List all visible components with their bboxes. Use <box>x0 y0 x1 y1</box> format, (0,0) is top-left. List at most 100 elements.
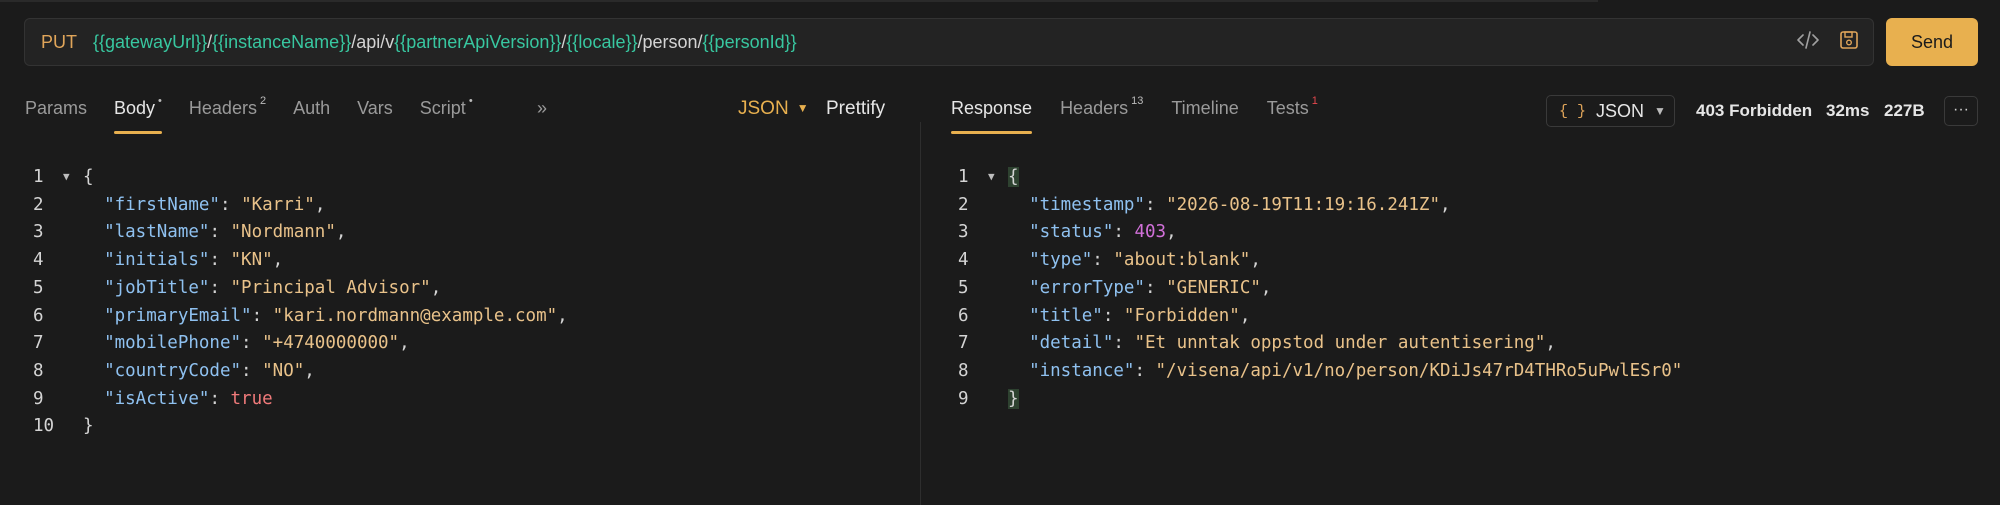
code-token: : <box>209 222 231 243</box>
save-icon[interactable] <box>1839 30 1859 55</box>
tab-label: Auth <box>293 98 331 118</box>
request-body-editor[interactable]: 1 ▼{2 "firstName": "Karri", 3 "lastName": … <box>33 164 903 464</box>
tab-badge: • <box>468 95 473 107</box>
code-token: , <box>1440 194 1451 215</box>
code-token: "mobilePhone" <box>104 333 242 354</box>
request-tabs: Params Body • Headers 2 Auth Vars Script • <box>25 92 500 136</box>
code-token: : <box>241 333 263 354</box>
response-size: 227B <box>1884 101 1925 120</box>
code-line: "type": "about:blank", <box>1008 247 1261 273</box>
line-number: 7 <box>33 333 44 354</box>
tab-badge: 13 <box>1131 95 1144 107</box>
code-token: "errorType" <box>1029 277 1145 298</box>
tab-response[interactable]: Response <box>951 92 1033 134</box>
code-token: , <box>304 360 315 381</box>
prettify-button[interactable]: Prettify <box>826 98 885 120</box>
status-code: 403 Forbidden <box>1696 101 1813 120</box>
code-token: "isActive" <box>104 388 210 409</box>
code-token: "2026-08-19T11:19:16.241Z" <box>1166 194 1440 215</box>
tab-headers[interactable]: Headers 13 <box>1060 92 1143 134</box>
fold-caret-icon[interactable]: ▼ <box>988 164 995 190</box>
code-token: } <box>1008 388 1019 409</box>
code-token: "about:blank" <box>1113 250 1251 271</box>
url-variable: {{partnerApiVersion}} <box>394 31 562 52</box>
body-format-label: JSON <box>738 98 789 119</box>
code-token: , <box>272 250 284 271</box>
code-token: "type" <box>1029 250 1093 271</box>
code-token: true <box>230 388 273 409</box>
code-token: : <box>209 250 231 271</box>
code-token: : <box>1102 305 1124 326</box>
code-token: "firstName" <box>104 194 220 215</box>
tab-label: Response <box>951 98 1033 118</box>
code-icon[interactable] <box>1797 30 1819 54</box>
request-url[interactable]: {{gatewayUrl}}/{{instanceName}}/api/v{{p… <box>93 32 797 53</box>
line-number: 9 <box>958 388 969 409</box>
line-number: 6 <box>33 305 44 326</box>
tab-auth[interactable]: Auth <box>293 92 330 134</box>
url-segment: /person/ <box>637 31 703 52</box>
tab-label: Tests <box>1266 98 1309 118</box>
code-line: "instance": "/visena/api/v1/no/person/KD… <box>1008 358 1682 384</box>
line-number: 8 <box>33 360 44 381</box>
code-line: "lastName": "Nordmann", <box>83 219 346 245</box>
tab-params[interactable]: Params <box>25 92 87 134</box>
response-time: 32ms <box>1826 101 1870 120</box>
fold-caret-icon[interactable]: ▼ <box>63 164 70 190</box>
send-button[interactable]: Send <box>1886 18 1978 66</box>
tab-label: Headers <box>188 98 257 118</box>
tab-badge: • <box>158 95 162 107</box>
pane-divider[interactable] <box>920 122 921 505</box>
code-token: "+4740000000" <box>262 333 400 354</box>
code-token: "/visena/api/v1/no/person/KDiJs47rD4THRo… <box>1155 360 1683 381</box>
braces-icon: { } <box>1559 102 1587 120</box>
tab-timeline[interactable]: Timeline <box>1171 92 1238 134</box>
code-token: "Principal Advisor" <box>230 277 431 298</box>
tab-vars[interactable]: Vars <box>357 92 393 134</box>
line-number: 3 <box>958 222 969 243</box>
line-number: 8 <box>958 360 969 381</box>
tab-label: Body <box>114 98 156 118</box>
code-token: "lastName" <box>104 222 210 243</box>
line-number: 9 <box>33 388 44 409</box>
http-method[interactable]: PUT <box>41 32 77 53</box>
code-line: { <box>1008 164 1019 190</box>
code-token: "primaryEmail" <box>104 305 252 326</box>
code-line: } <box>1008 386 1019 412</box>
tab-badge: 2 <box>259 95 267 107</box>
url-variable: {{instanceName}} <box>212 31 352 52</box>
tab-headers[interactable]: Headers 2 <box>189 92 266 134</box>
caret-down-icon: ▼ <box>1654 104 1666 118</box>
code-token: "detail" <box>1029 333 1114 354</box>
code-token: : <box>1113 222 1135 243</box>
code-token: : <box>251 305 273 326</box>
code-token: "instance" <box>1029 360 1135 381</box>
code-token: "timestamp" <box>1029 194 1145 215</box>
more-tabs-icon[interactable]: » <box>537 92 547 119</box>
tab-tests[interactable]: Tests 1 <box>1267 92 1318 134</box>
tab-script[interactable]: Script • <box>420 92 473 134</box>
more-options-button[interactable]: ··· <box>1944 96 1978 126</box>
response-body-viewer[interactable]: 1 ▼{2 "timestamp": "2026-08-19T11:19:16.2… <box>958 164 1988 464</box>
tab-body[interactable]: Body • <box>114 92 162 134</box>
url-actions <box>1797 19 1859 65</box>
response-format-select[interactable]: { } JSON ▼ <box>1546 95 1675 127</box>
code-token: : <box>219 194 242 215</box>
code-token: "Nordmann" <box>230 222 336 243</box>
code-line: "isActive": true <box>83 386 273 412</box>
body-format-select[interactable]: JSON ▼ <box>738 98 809 120</box>
url-bar[interactable]: PUT {{gatewayUrl}}/{{instanceName}}/api/… <box>24 18 1874 66</box>
tab-badge: 1 <box>1311 95 1318 107</box>
response-tabs: Response Headers 13 Timeline Tests 1 <box>951 92 1346 136</box>
tab-label: Script <box>419 98 466 118</box>
code-token: } <box>83 416 94 437</box>
